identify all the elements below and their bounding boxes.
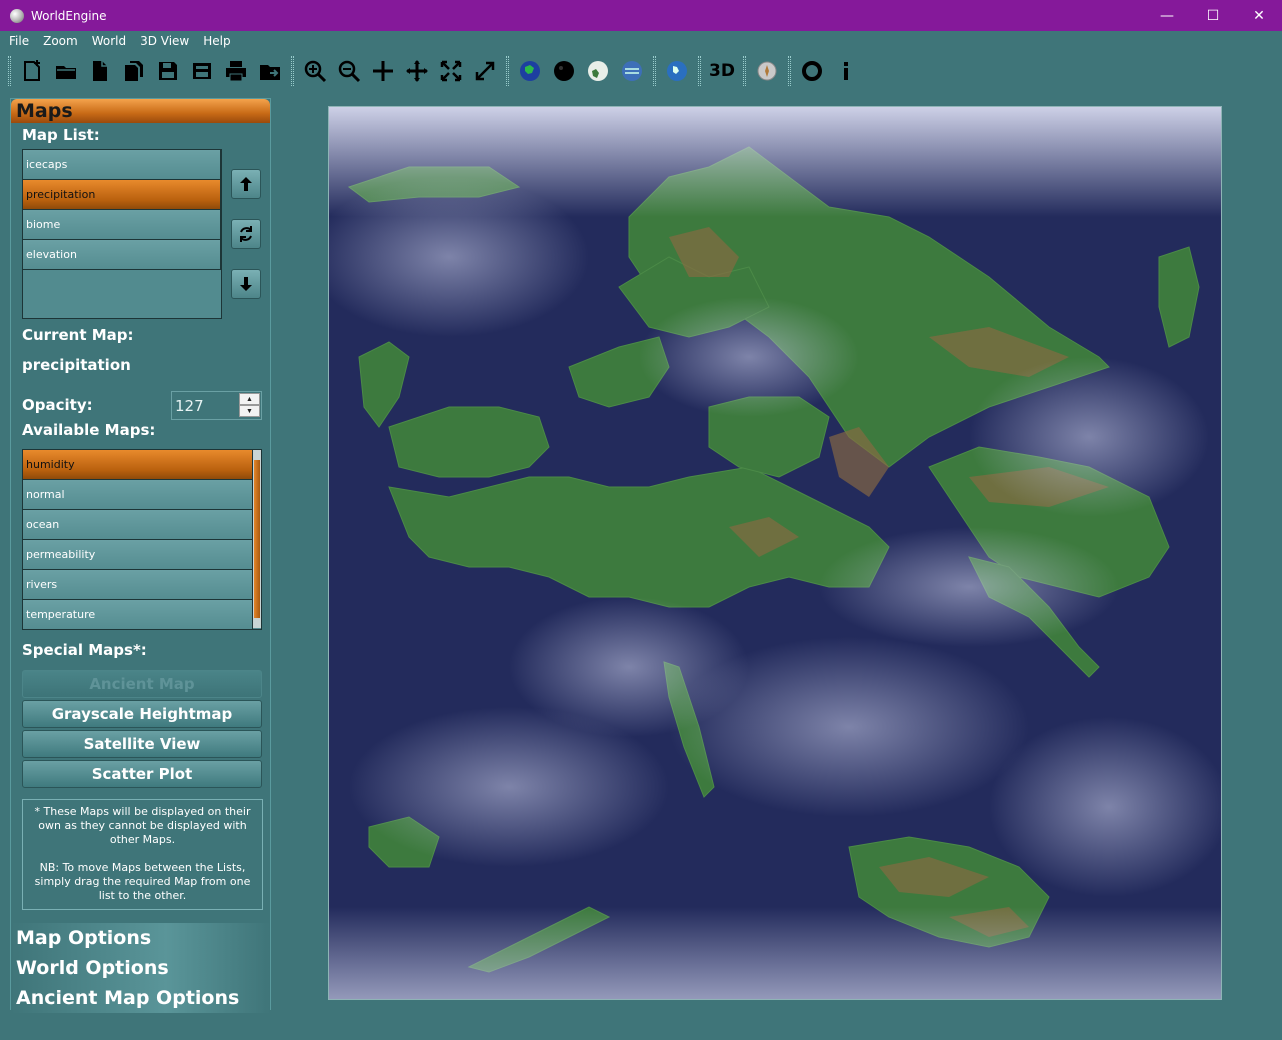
globe-blue-icon[interactable] [617, 56, 647, 86]
minimize-button[interactable]: — [1144, 0, 1190, 31]
available-maps-scrollbar[interactable] [253, 450, 261, 628]
toolbar-separator [8, 55, 11, 86]
menu-3d-view[interactable]: 3D View [133, 34, 196, 48]
world-map-canvas [329, 107, 1221, 999]
available-map-item[interactable]: permeability [23, 540, 253, 570]
opacity-decrease-button[interactable]: ▼ [239, 405, 260, 417]
fit-icon[interactable] [436, 56, 466, 86]
available-map-item[interactable]: temperature [23, 600, 253, 629]
special-maps-note: * These Maps will be displayed on their … [22, 799, 263, 910]
opacity-stepper: ▲ ▼ [239, 393, 260, 418]
menu-help[interactable]: Help [196, 34, 237, 48]
menu-zoom[interactable]: Zoom [36, 34, 85, 48]
toolbar-separator [291, 55, 294, 86]
map-list-label: Map List: [22, 126, 100, 144]
move-up-button[interactable] [231, 169, 261, 199]
menu-bar: File Zoom World 3D View Help [0, 31, 1282, 51]
available-map-item[interactable]: ocean [23, 510, 253, 540]
available-map-item[interactable]: rivers [23, 570, 253, 600]
special-maps-label: Special Maps*: [22, 641, 147, 659]
arrow-down-icon [240, 277, 252, 291]
toolbar: 3D [0, 52, 1282, 89]
map-list-item[interactable]: icecaps [23, 150, 221, 180]
move-icon[interactable] [402, 56, 432, 86]
save-icon[interactable] [153, 56, 183, 86]
grayscale-heightmap-button[interactable]: Grayscale Heightmap [22, 700, 262, 728]
3d-label: 3D [709, 60, 735, 81]
opacity-label: Opacity: [22, 396, 93, 414]
new-file-icon[interactable] [85, 56, 115, 86]
maps-panel: Maps Map List: icecaps precipitation bio… [10, 98, 271, 1013]
map-list-item[interactable]: biome [23, 210, 221, 240]
maps-panel-header[interactable]: Maps [11, 99, 270, 123]
ancient-map-options-section[interactable]: Ancient Map Options [11, 983, 270, 1013]
menu-world[interactable]: World [85, 34, 133, 48]
open-icon[interactable] [51, 56, 81, 86]
note-text-2: NB: To move Maps between the Lists, simp… [34, 861, 251, 902]
map-list-item-selected[interactable]: precipitation [23, 180, 221, 210]
move-down-button[interactable] [231, 269, 261, 299]
close-button[interactable]: ✕ [1236, 0, 1282, 31]
fullscreen-icon[interactable] [470, 56, 500, 86]
arrow-up-icon [240, 177, 252, 191]
zoom-out-icon[interactable] [334, 56, 364, 86]
title-bar: WorldEngine — ☐ ✕ [0, 0, 1282, 31]
world-options-section[interactable]: World Options [11, 953, 270, 983]
satellite-view-button[interactable]: Satellite View [22, 730, 262, 758]
available-maps-label: Available Maps: [22, 421, 156, 439]
print-icon[interactable] [221, 56, 251, 86]
app-logo-icon [10, 8, 24, 23]
refresh-button[interactable] [231, 219, 261, 249]
toolbar-separator [506, 55, 509, 86]
world-map-view[interactable] [328, 106, 1222, 1000]
current-map-label: Current Map: [22, 326, 134, 344]
zoom-in-icon[interactable] [300, 56, 330, 86]
current-map-value: precipitation [22, 356, 131, 374]
globe-ocean-icon[interactable] [662, 56, 692, 86]
window-controls: — ☐ ✕ [1144, 0, 1282, 31]
opacity-value: 127 [175, 397, 204, 415]
toolbar-separator [698, 55, 701, 86]
info-icon[interactable] [831, 56, 861, 86]
scrollbar-thumb[interactable] [254, 460, 260, 618]
available-map-item[interactable]: normal [23, 480, 253, 510]
help-icon[interactable] [797, 56, 827, 86]
toolbar-separator [653, 55, 656, 86]
available-maps-list[interactable]: humidity normal ocean permeability river… [22, 449, 262, 630]
compass-icon[interactable] [752, 56, 782, 86]
ancient-map-button: Ancient Map [22, 670, 262, 698]
refresh-icon [240, 226, 252, 242]
new-world-icon[interactable] [17, 56, 47, 86]
toolbar-separator [788, 55, 791, 86]
toolbar-separator [743, 55, 746, 86]
map-list[interactable]: icecaps precipitation biome elevation [22, 149, 222, 319]
3d-icon[interactable]: 3D [707, 56, 737, 86]
map-list-item[interactable]: elevation [23, 240, 221, 270]
available-map-item-selected[interactable]: humidity [23, 450, 253, 480]
globe-dark-icon[interactable] [549, 56, 579, 86]
export-icon[interactable] [255, 56, 285, 86]
menu-file[interactable]: File [2, 34, 36, 48]
pan-icon[interactable] [368, 56, 398, 86]
maps-panel-title: Maps [16, 100, 73, 122]
globe-white-icon[interactable] [583, 56, 613, 86]
save-as-icon[interactable] [187, 56, 217, 86]
window-title: WorldEngine [31, 8, 107, 23]
copy-icon[interactable] [119, 56, 149, 86]
note-text-1: * These Maps will be displayed on their … [34, 805, 251, 846]
maximize-button[interactable]: ☐ [1190, 0, 1236, 31]
scatter-plot-button[interactable]: Scatter Plot [22, 760, 262, 788]
map-options-section[interactable]: Map Options [11, 923, 270, 953]
globe-green-icon[interactable] [515, 56, 545, 86]
opacity-increase-button[interactable]: ▲ [239, 393, 260, 405]
south-cloud-band [329, 907, 1221, 999]
opacity-spinbox[interactable]: 127 ▲ ▼ [171, 391, 262, 420]
